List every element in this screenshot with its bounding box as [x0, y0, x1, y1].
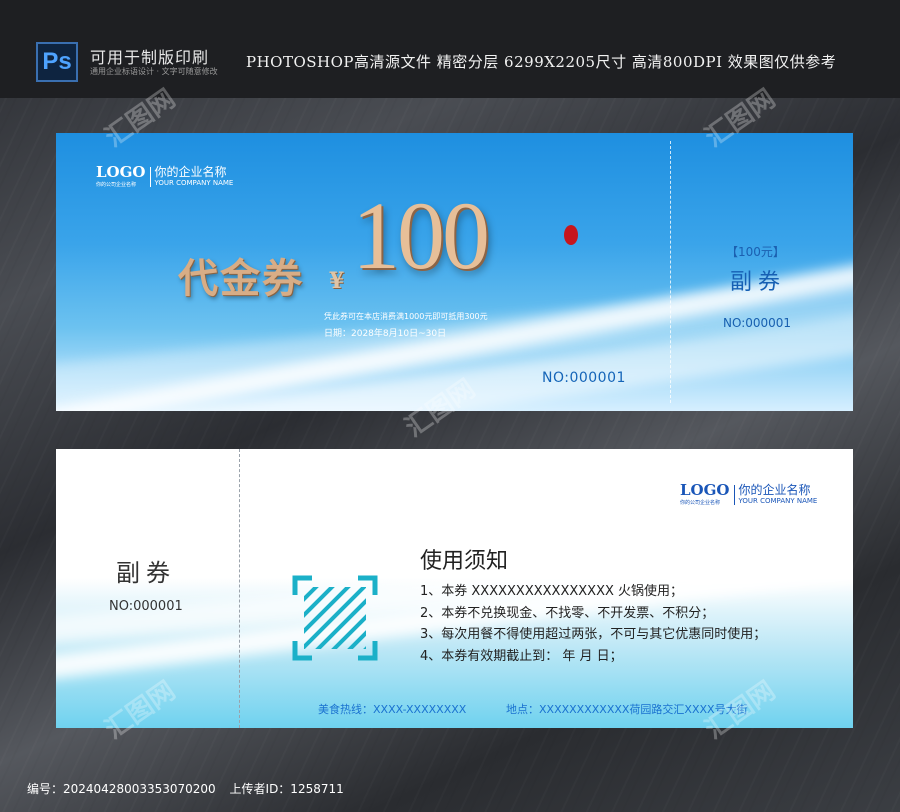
company-name-en: YOUR COMPANY NAME: [154, 178, 234, 187]
logo-divider: [149, 166, 151, 187]
stub-serial: NO:000001: [723, 316, 792, 330]
logo-word: LOGO: [680, 481, 730, 499]
voucher-date: 日期：2028年8月10日~30日: [324, 329, 447, 339]
photoshop-icon: Ps: [36, 42, 78, 82]
perforation-line: [239, 449, 240, 728]
red-seal-icon: [564, 225, 578, 245]
voucher-amount: 100: [352, 182, 490, 289]
file-id: 编号：20240428003353070200: [27, 782, 216, 796]
serial-number: NO:000001: [542, 370, 626, 386]
company-name: 你的企业名称: [154, 164, 227, 179]
list-item: 3、每次用餐不得使用超过两张，不可与其它优惠同时使用；: [420, 627, 767, 642]
header-info: PHOTOSHOP高清源文件 精密分层 6299X2205尺寸 高清800DPI…: [246, 53, 837, 71]
stub-serial: NO:000001: [109, 599, 183, 614]
uploader-id: 上传者ID：1258711: [229, 782, 344, 796]
logo-small-text: 你的公司企业名称: [680, 500, 721, 506]
logo-word: LOGO: [96, 163, 146, 181]
voucher-back: 副券 NO:000001 LOGO 你的公司企业名称 你的企业名称 YOUR C…: [56, 449, 853, 728]
header-bar: Ps 可用于制版印刷 通用企业标语设计 · 文字可随意修改 PHOTOSHOP高…: [0, 0, 900, 98]
qr-code-icon: [292, 575, 378, 661]
stub-label: 副券: [730, 270, 787, 295]
company-name-en: YOUR COMPANY NAME: [738, 496, 818, 505]
voucher-title: 代金券: [178, 255, 304, 302]
list-item: 4、本券有效期截止到： 年 月 日；: [420, 648, 623, 664]
footer-info: 编号：20240428003353070200 上传者ID：1258711: [27, 780, 344, 797]
company-logo: LOGO 你的公司企业名称 你的企业名称 YOUR COMPANY NAME: [680, 481, 817, 508]
logo-divider: [733, 484, 735, 505]
voucher-front: LOGO 你的公司企业名称 你的企业名称 YOUR COMPANY NAME 代…: [56, 133, 853, 411]
company-logo: LOGO 你的公司企业名称 你的企业名称 YOUR COMPANY NAME: [96, 163, 233, 190]
list-item: 1、本券 XXXXXXXXXXXXXXXX 火锅使用；: [420, 584, 684, 599]
header-title: 可用于制版印刷: [90, 48, 210, 67]
list-item: 2、本券不兑换现金、不找零、不开发票、不积分；: [420, 605, 715, 621]
stub-value: 【100元】: [726, 245, 785, 259]
currency-symbol: ¥: [329, 268, 345, 294]
logo-small-text: 你的公司企业名称: [96, 182, 137, 188]
hotline: 美食热线：XXXX-XXXXXXXX: [318, 703, 467, 716]
company-name: 你的企业名称: [738, 482, 811, 497]
notice-title: 使用须知: [420, 549, 509, 574]
perforation-line: [670, 141, 671, 403]
stub-label: 副券: [116, 559, 176, 587]
header-subtitle: 通用企业标语设计 · 文字可随意修改: [90, 67, 218, 76]
notice-list: 1、本券 XXXXXXXXXXXXXXXX 火锅使用； 2、本券不兑换现金、不找…: [420, 581, 766, 667]
voucher-terms: 凭此券可在本店消费满1000元即可抵用300元: [324, 312, 488, 321]
